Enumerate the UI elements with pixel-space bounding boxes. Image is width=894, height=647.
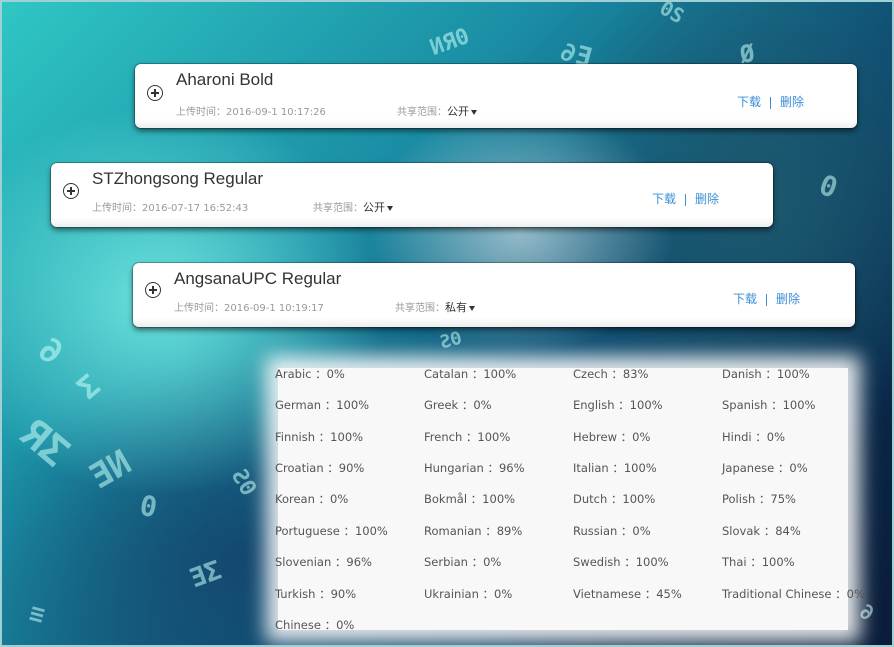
language-coverage-item: German ：100%	[275, 398, 370, 412]
language-coverage-item: Spanish ：100%	[722, 398, 816, 412]
language-coverage-item: Hebrew ：0%	[573, 430, 651, 444]
language-coverage-item: Thai ：100%	[722, 555, 795, 569]
language-coverage-item: Catalan ：100%	[424, 367, 517, 381]
language-coverage-item: Russian ：0%	[573, 524, 651, 538]
share-scope[interactable]: 共享范围：公开	[397, 103, 477, 119]
language-coverage-item: Vietnamese ：45%	[573, 587, 682, 601]
divider	[685, 193, 687, 206]
download-link[interactable]: 下载	[652, 192, 676, 206]
share-scope-label: 共享范围：	[313, 203, 363, 214]
card-actions: 下载 删除	[733, 290, 800, 307]
font-card[interactable]: Aharoni Bold 上传时间：2016-09-1 10:17:26 共享范…	[135, 64, 857, 128]
language-coverage-item: Hungarian ：96%	[424, 461, 525, 475]
download-link[interactable]: 下载	[733, 292, 757, 306]
delete-link[interactable]: 删除	[780, 95, 804, 109]
language-coverage-item: Italian ：100%	[573, 461, 657, 475]
language-coverage-item: Bokmål ：100%	[424, 492, 516, 506]
plus-circle-icon[interactable]	[145, 282, 161, 298]
divider	[770, 96, 772, 109]
font-card[interactable]: STZhongsong Regular 上传时间：2016-07-17 16:5…	[51, 163, 773, 227]
share-scope-value[interactable]: 私有	[445, 301, 467, 314]
language-coverage-item: Dutch ：100%	[573, 492, 656, 506]
language-coverage-item: Romanian ：89%	[424, 524, 523, 538]
language-coverage-item: English ：100%	[573, 398, 663, 412]
language-coverage-item: Japanese ：0%	[722, 461, 808, 475]
language-coverage-item: Arabic ：0%	[275, 367, 345, 381]
caret-down-icon[interactable]	[471, 109, 477, 115]
upload-time: 上传时间：2016-09-1 10:19:17	[174, 303, 324, 314]
share-scope-label: 共享范围：	[397, 107, 447, 118]
share-scope-label: 共享范围：	[395, 303, 445, 314]
share-scope-value[interactable]: 公开	[447, 105, 469, 118]
language-coverage-item: Slovak ：84%	[722, 524, 801, 538]
caret-down-icon[interactable]	[387, 205, 393, 211]
language-coverage-item: Finnish ：100%	[275, 430, 364, 444]
card-actions: 下载 删除	[737, 93, 804, 110]
language-coverage-item: Serbian ：0%	[424, 555, 502, 569]
share-scope[interactable]: 共享范围：私有	[395, 299, 475, 315]
share-scope-value[interactable]: 公开	[363, 201, 385, 214]
plus-circle-icon[interactable]	[147, 85, 163, 101]
upload-time: 上传时间：2016-07-17 16:52:43	[92, 203, 249, 214]
upload-time: 上传时间：2016-09-1 10:17:26	[176, 107, 326, 118]
share-scope[interactable]: 共享范围：公开	[313, 199, 393, 215]
language-coverage-item: Hindi ：0%	[722, 430, 786, 444]
font-name: AngsanaUPC Regular	[174, 269, 342, 288]
language-coverage-item: Polish ：75%	[722, 492, 796, 506]
plus-circle-icon[interactable]	[63, 183, 79, 199]
language-coverage-item: Greek ：0%	[424, 398, 492, 412]
font-name: Aharoni Bold	[176, 70, 274, 89]
language-coverage-item: Slovenian ：96%	[275, 555, 372, 569]
language-coverage-item: Korean ：0%	[275, 492, 349, 506]
caret-down-icon[interactable]	[469, 305, 475, 311]
language-coverage-item: Croatian ：90%	[275, 461, 365, 475]
language-coverage-item: Ukrainian ：0%	[424, 587, 513, 601]
language-coverage-item: Danish ：100%	[722, 367, 810, 381]
language-coverage-item: Chinese ：0%	[275, 618, 355, 632]
language-coverage-item: Traditional Chinese ：0%	[722, 587, 865, 601]
download-link[interactable]: 下载	[737, 95, 761, 109]
language-coverage-item: Swedish ：100%	[573, 555, 669, 569]
divider	[766, 293, 768, 306]
font-name: STZhongsong Regular	[92, 169, 264, 188]
language-coverage-item: Portuguese ：100%	[275, 524, 388, 538]
card-actions: 下载 删除	[652, 190, 719, 207]
language-coverage-item: Turkish ：90%	[275, 587, 357, 601]
delete-link[interactable]: 删除	[695, 192, 719, 206]
language-coverage-item: French ：100%	[424, 430, 511, 444]
language-coverage-item: Czech ：83%	[573, 367, 649, 381]
delete-link[interactable]: 删除	[776, 292, 800, 306]
font-card[interactable]: AngsanaUPC Regular 上传时间：2016-09-1 10:19:…	[133, 263, 855, 327]
